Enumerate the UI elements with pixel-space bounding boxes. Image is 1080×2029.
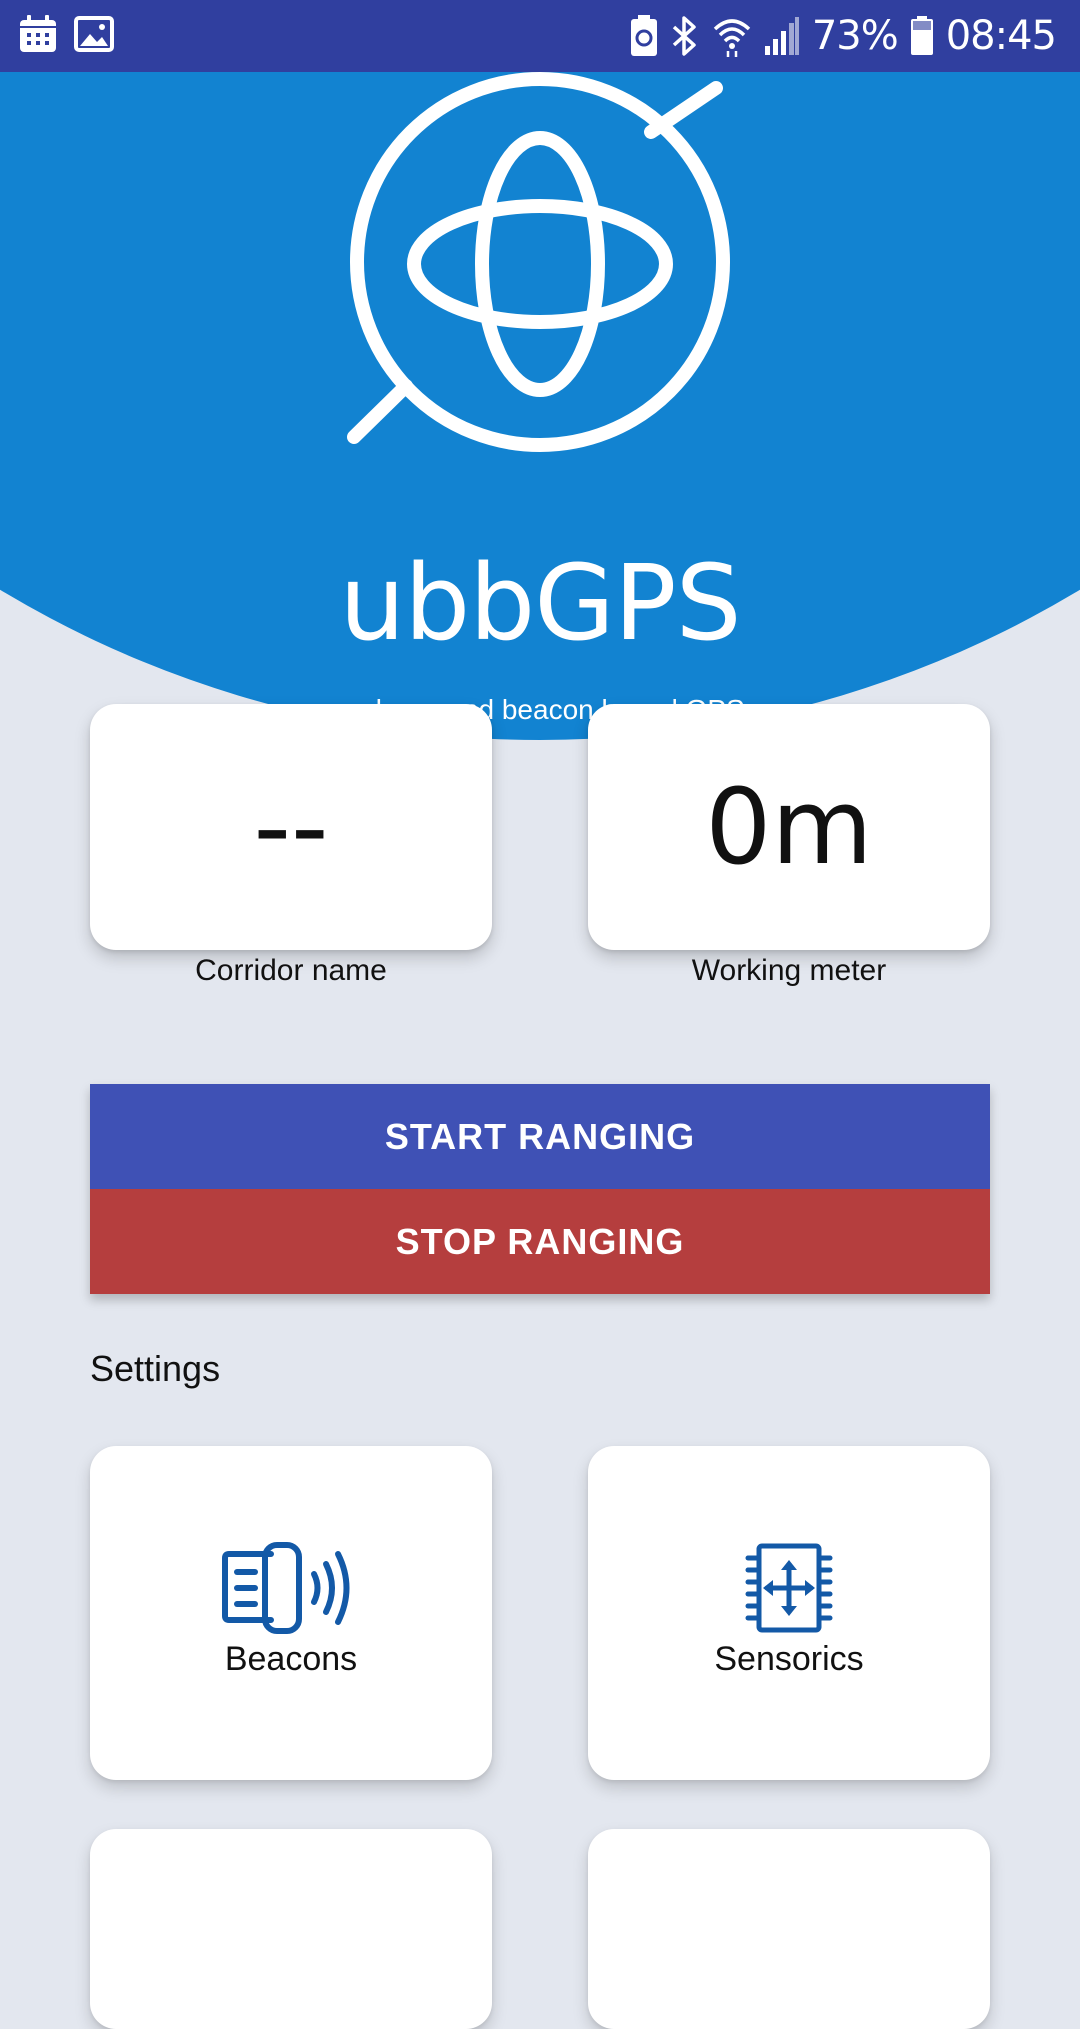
working-meter-value: 0m — [705, 766, 873, 888]
ranging-controls: START RANGING STOP RANGING — [90, 1084, 990, 1294]
working-meter-card: 0m — [588, 704, 990, 950]
battery-icon — [910, 16, 933, 55]
beacon-icon — [222, 1542, 350, 1634]
corridor-name-label: Corridor name — [195, 954, 387, 987]
app-title: ubbGPS — [339, 542, 741, 664]
beacons-tile-label: Beacons — [224, 1640, 358, 1678]
working-meter-label: Working meter — [691, 954, 887, 987]
wifi-icon — [713, 19, 751, 57]
corridor-name-value: -- — [253, 766, 329, 888]
status-bar-system: 73% 08:45 — [630, 10, 1057, 62]
status-bar-notifications — [18, 14, 114, 54]
globe-satellite-icon — [347, 72, 730, 452]
sensorics-tile-label: Sensorics — [714, 1640, 864, 1678]
status-bar: 73% 08:45 — [0, 0, 1080, 72]
sensor-chip-icon — [745, 1543, 833, 1633]
beacons-tile[interactable]: Beacons — [90, 1446, 492, 1780]
sensorics-tile[interactable]: Sensorics — [588, 1446, 990, 1780]
start-ranging-button[interactable]: START RANGING — [90, 1084, 990, 1189]
signal-icon — [764, 17, 799, 55]
settings-tile-partial-right[interactable] — [588, 1829, 990, 2029]
image-icon — [74, 16, 114, 52]
settings-heading: Settings — [90, 1348, 221, 1389]
battery-saver-icon — [630, 15, 657, 56]
calendar-icon — [20, 15, 56, 52]
bluetooth-icon — [672, 16, 696, 56]
battery-percentage: 73% — [811, 13, 899, 59]
stop-ranging-button[interactable]: STOP RANGING — [90, 1189, 990, 1294]
clock: 08:45 — [945, 13, 1057, 59]
app-header: ubbGPS underground beacon based GPS — [0, 72, 1080, 752]
settings-tile-partial-left[interactable] — [90, 1829, 492, 2029]
corridor-name-card: -- — [90, 704, 492, 950]
